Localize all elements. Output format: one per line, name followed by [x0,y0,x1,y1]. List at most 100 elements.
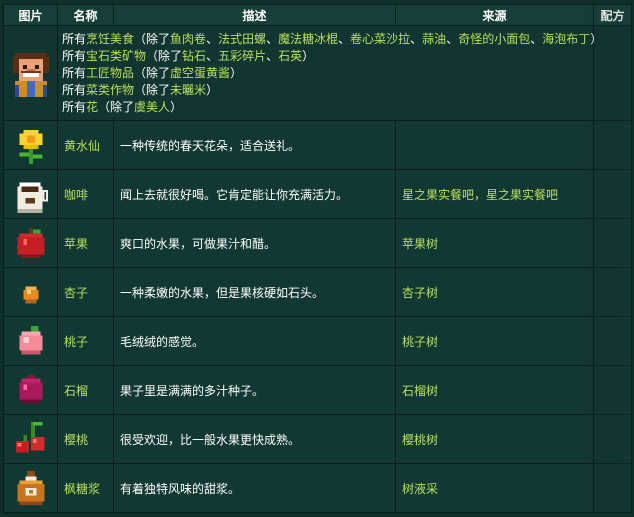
separator: 、 [206,48,219,63]
separator: 、 [206,31,219,46]
cell-description: 果子里是满满的多汁种子。 [113,365,396,415]
cell-image [3,218,58,268]
header-description: 描述 [113,4,396,26]
except-text: （除了 [134,65,171,80]
universal-gift-list: 所有烹饪美食（除了鱼肉卷、法式田螺、魔法糖冰棍、卷心菜沙拉、蒜油、奇怪的小面包、… [57,25,602,121]
apple-icon [17,227,44,259]
separator: 、 [266,48,279,63]
category-link[interactable]: 烹饪美食 [86,32,134,46]
peach-icon [19,325,42,355]
maple-syrup-icon [17,470,44,506]
cell-recipe [593,414,632,464]
exception-link[interactable]: 虞美人 [134,100,170,114]
exception-link[interactable]: 虚空蛋黄酱 [170,66,230,80]
line-suffix: ） [302,48,315,63]
cell-image [3,365,58,415]
header-name: 名称 [57,4,114,26]
header-recipe: 配方 [593,4,632,26]
cell-image [3,463,58,513]
cell-source [395,120,594,170]
line-prefix: 所有 [62,99,87,114]
table-row-universal: 所有烹饪美食（除了鱼肉卷、法式田螺、魔法糖冰棍、卷心菜沙拉、蒜油、奇怪的小面包、… [3,25,632,121]
exception-link[interactable]: 奇怪的小面包 [458,32,530,46]
exception-link[interactable]: 石英 [278,49,302,63]
cell-name[interactable]: 杏子 [57,267,114,317]
universal-gift-line: 所有工匠物品（除了虚空蛋黄酱） [62,65,587,82]
cell-source[interactable]: 石榴树 [395,365,594,415]
exception-link[interactable]: 海泡布丁 [542,32,590,46]
table-row: 苹果 爽口的水果，可做果汁和醋。 苹果树 [3,218,632,268]
cell-source[interactable]: 树液采 [395,463,594,513]
cell-source[interactable]: 桃子树 [395,316,594,366]
cell-recipe [593,218,632,268]
line-prefix: 所有 [62,48,87,63]
table-row: 石榴 果子里是满满的多汁种子。 石榴树 [3,365,632,415]
exception-link[interactable]: 法式田螺 [218,32,266,46]
exception-link[interactable]: 魔法糖冰棍 [278,32,338,46]
except-text: （除了 [98,99,135,114]
cell-source[interactable]: 星之果实餐吧，星之果实餐吧 [395,169,594,219]
line-suffix: ） [206,82,219,97]
category-link[interactable]: 宝石类矿物 [86,49,146,63]
exception-link[interactable]: 蒜油 [422,32,446,46]
separator: 、 [446,31,459,46]
line-prefix: 所有 [62,65,87,80]
cell-recipe [593,169,632,219]
separator: 、 [266,31,279,46]
except-text: （除了 [134,82,171,97]
character-portrait-icon [12,53,49,97]
cell-name[interactable]: 石榴 [57,365,114,415]
item-table-page: 图片 名称 描述 来源 配方 所有烹饪美食（除了鱼肉卷、法式田螺、魔法糖冰棍、卷… [0,0,634,517]
table-row: 杏子 一种柔嫩的水果，但是果核硬如石头。 杏子树 [3,267,632,317]
cell-description: 毛绒绒的感觉。 [113,316,396,366]
cell-image [3,316,58,366]
line-prefix: 所有 [62,82,87,97]
cherry-icon [15,421,44,453]
cell-name[interactable]: 咖啡 [57,169,114,219]
cell-image [3,120,58,170]
cell-description: 爽口的水果，可做果汁和醋。 [113,218,396,268]
header-image: 图片 [3,4,58,26]
exception-link[interactable]: 五彩碎片 [218,49,266,63]
cell-recipe [593,365,632,415]
cell-source[interactable]: 苹果树 [395,218,594,268]
cell-image [3,169,58,219]
exception-link[interactable]: 未曬米 [170,83,206,97]
cell-recipe [593,463,632,513]
line-suffix: ） [230,65,243,80]
line-suffix: ） [590,31,603,46]
universal-gift-line: 所有菜类作物（除了未曬米） [62,82,587,99]
separator: 、 [530,31,543,46]
cell-recipe [593,120,632,170]
separator: 、 [338,31,351,46]
cell-name[interactable]: 苹果 [57,218,114,268]
table-header-row: 图片 名称 描述 来源 配方 [3,4,632,26]
universal-gift-line: 所有花（除了虞美人） [62,99,587,116]
exception-link[interactable]: 钻石 [182,49,206,63]
category-link[interactable]: 工匠物品 [86,66,134,80]
exception-link[interactable]: 卷心菜沙拉 [350,32,410,46]
cell-source[interactable]: 樱桃树 [395,414,594,464]
table-row: 桃子 毛绒绒的感觉。 桃子树 [3,316,632,366]
exception-link[interactable]: 鱼肉卷 [170,32,206,46]
cell-description: 很受欢迎，比一般水果更快成熟。 [113,414,396,464]
line-suffix: ） [170,99,183,114]
cell-name[interactable]: 枫糖浆 [57,463,114,513]
category-link[interactable]: 菜类作物 [86,83,134,97]
header-source: 来源 [395,4,594,26]
cell-image [3,414,58,464]
daffodil-icon [19,129,42,164]
universal-gift-line: 所有宝石类矿物（除了钻石、五彩碎片、石英） [62,48,587,65]
line-prefix: 所有 [62,31,87,46]
cell-description: 一种传统的春天花朵，适合送礼。 [113,120,396,170]
cell-name[interactable]: 樱桃 [57,414,114,464]
cell-name[interactable]: 桃子 [57,316,114,366]
cell-image [3,25,58,121]
pomegranate-icon [19,374,42,404]
cell-recipe [593,316,632,366]
table-row: 咖啡 闻上去就很好喝。它肯定能让你充满活力。 星之果实餐吧，星之果实餐吧 [3,169,632,219]
cell-source[interactable]: 杏子树 [395,267,594,317]
cell-description: 有着独特风味的甜浆。 [113,463,396,513]
cell-name[interactable]: 黄水仙 [57,120,114,170]
category-link[interactable]: 花 [86,100,98,114]
